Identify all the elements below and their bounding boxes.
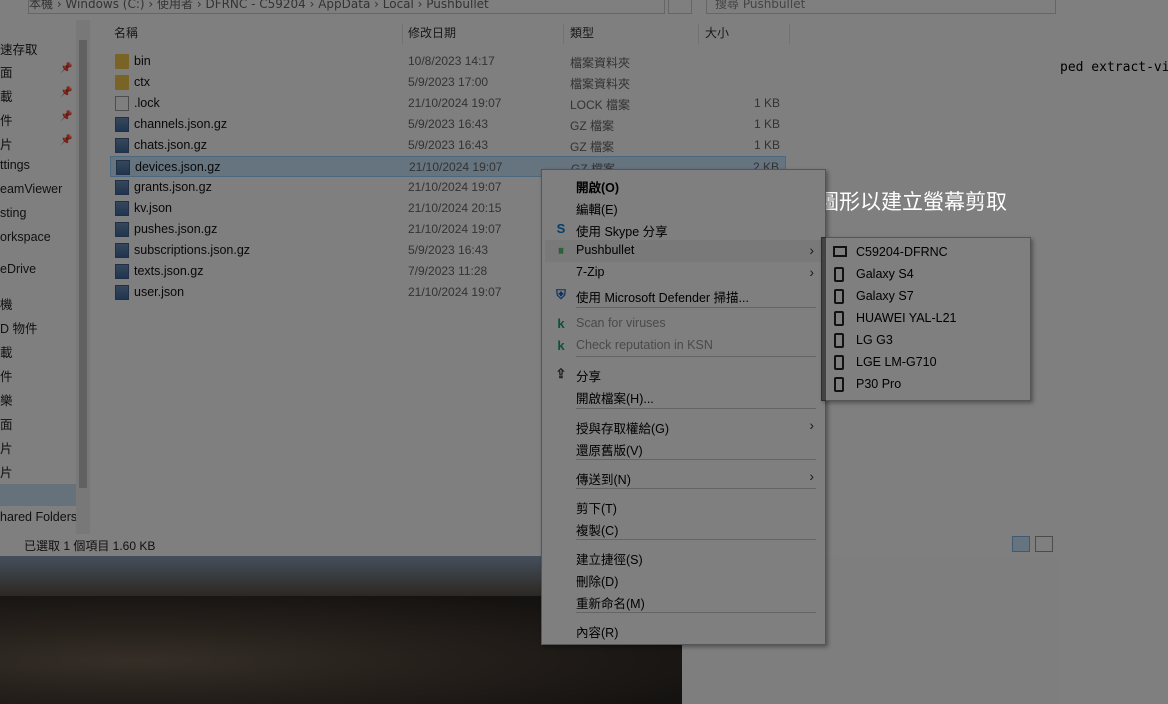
submenu-dim [821,237,1031,401]
context-menu-dim [541,169,826,645]
